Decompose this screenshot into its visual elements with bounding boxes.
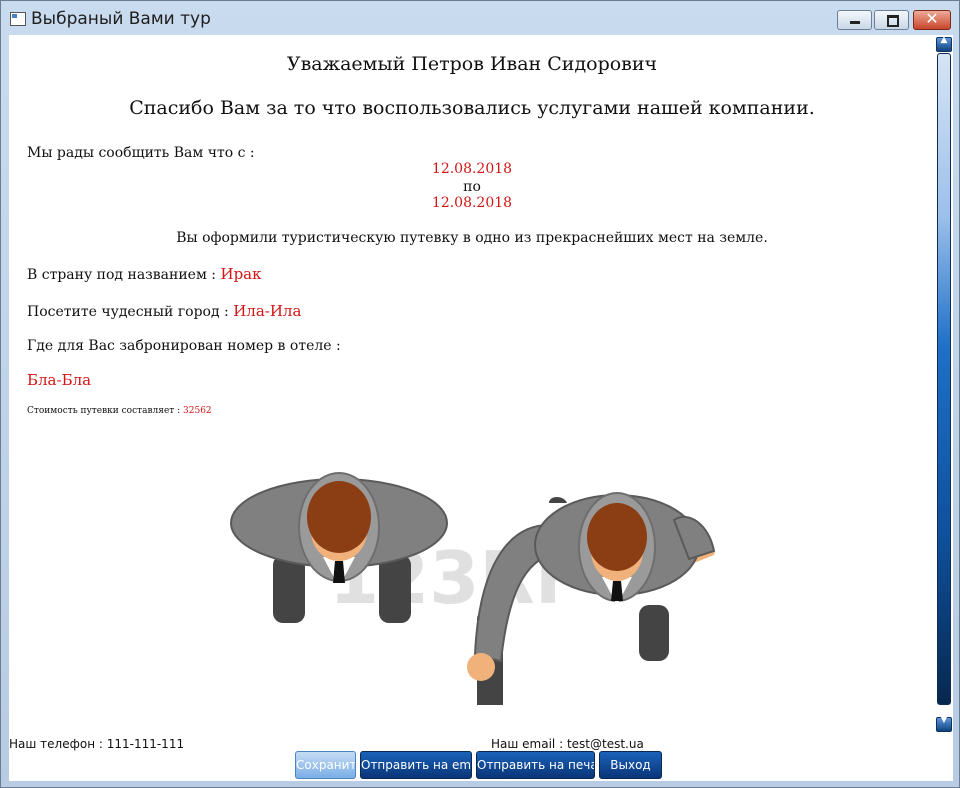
send-email-button[interactable]: Отправить на email: [360, 751, 472, 779]
minimize-button[interactable]: [837, 10, 872, 30]
intro-text: Мы рады сообщить Вам что с :: [27, 145, 255, 161]
date-from: 12.08.2018: [431, 161, 513, 177]
scroll-down-button[interactable]: ▼: [936, 715, 952, 732]
maximize-button[interactable]: [874, 10, 909, 30]
cost-label: Стоимость путевки составляет :: [27, 406, 181, 416]
booked-text: Вы оформили туристическую путевку в одно…: [176, 230, 768, 246]
right-man-figure: [467, 492, 716, 705]
cost-value: 32562: [183, 406, 212, 416]
hotel-label: Где для Вас забронирован номер в отеле :: [27, 338, 341, 354]
client-area: Уважаемый Петров Иван Сидорович Спасибо …: [9, 35, 953, 781]
minimize-icon: [850, 21, 860, 24]
arrow-up-icon: ▲: [940, 35, 948, 45]
thanks-text: Спасибо Вам за то что воспользовались ус…: [129, 97, 815, 119]
scroll-thumb[interactable]: [937, 53, 951, 705]
country-line: В страну под названием : Ирак: [27, 265, 262, 283]
cost-line: Стоимость путевки составляет : 32562: [27, 406, 212, 416]
city-label: Посетите чудесный город :: [27, 304, 229, 320]
country-label: В страну под названием :: [27, 267, 217, 283]
window-title: Выбраный Вами тур: [31, 9, 211, 29]
scroll-up-button[interactable]: ▲: [936, 35, 952, 52]
letter-content: Уважаемый Петров Иван Сидорович Спасибо …: [9, 35, 935, 781]
vertical-scrollbar[interactable]: ▲ ▼: [935, 35, 953, 735]
date-separator: по: [463, 179, 481, 195]
maximize-icon: [887, 15, 899, 27]
close-button[interactable]: ✕: [913, 9, 951, 30]
print-button[interactable]: Отправить на печать: [476, 751, 595, 779]
greeting: Уважаемый Петров Иван Сидорович: [286, 53, 658, 75]
save-button[interactable]: Сохранить: [295, 751, 356, 779]
arrow-down-icon: ▼: [940, 715, 948, 725]
title-bar[interactable]: Выбраный Вами тур ✕: [1, 1, 959, 35]
phone-text: Наш телефон : 111-111-111: [9, 737, 185, 751]
app-icon: [10, 12, 26, 26]
city-line: Посетите чудесный город : Ила-Ила: [27, 302, 301, 320]
businessmen-image: 123RF: [230, 472, 716, 705]
country-value: Ирак: [220, 265, 262, 283]
city-value: Ила-Ила: [233, 302, 302, 320]
main-window: Выбраный Вами тур ✕ Уважаемый Петров Ива…: [0, 0, 960, 788]
hotel-value: Бла-Бла: [27, 371, 92, 389]
close-icon: ✕: [925, 9, 939, 28]
exit-button[interactable]: Выход: [599, 751, 662, 779]
date-to: 12.08.2018: [431, 195, 513, 211]
email-text: Наш email : test@test.ua: [491, 737, 644, 751]
